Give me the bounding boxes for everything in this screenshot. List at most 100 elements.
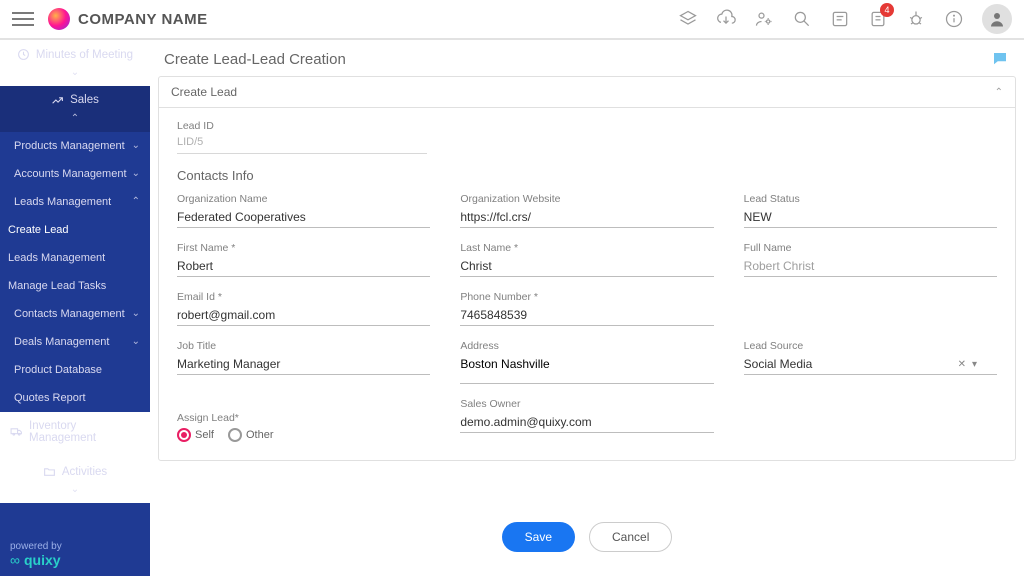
- chevron-down-icon[interactable]: ▾: [972, 359, 977, 370]
- address-input[interactable]: [460, 354, 713, 384]
- sidebar-item-label: Create Lead: [8, 224, 69, 236]
- sidebar-item-label: Minutes of Meeting: [36, 49, 133, 61]
- note-icon[interactable]: [830, 9, 850, 29]
- assign-other-label: Other: [246, 429, 274, 441]
- chevron-down-icon: ⌄: [132, 308, 140, 319]
- phone-input[interactable]: [460, 305, 713, 326]
- sidebar-item-quotes-report[interactable]: Quotes Report: [0, 384, 150, 412]
- chevron-down-icon: ⌄: [71, 484, 79, 495]
- chevron-down-icon: ⌄: [132, 336, 140, 347]
- sales-owner-input[interactable]: [460, 412, 713, 433]
- assign-other-radio[interactable]: Other: [228, 428, 274, 442]
- sidebar-item-label: Manage Lead Tasks: [8, 280, 106, 292]
- chevron-up-icon: ⌃: [995, 87, 1003, 98]
- org-site-input[interactable]: [460, 207, 713, 228]
- sidebar-item-manage-lead-tasks[interactable]: Manage Lead Tasks: [0, 272, 150, 300]
- powered-by: powered by ∞ quixy: [0, 533, 150, 576]
- org-site-label: Organization Website: [460, 193, 713, 205]
- sidebar-item-accounts-mgmt[interactable]: Accounts Management ⌄: [0, 160, 150, 188]
- app-logo: [48, 8, 70, 30]
- bug-icon[interactable]: [906, 9, 926, 29]
- lead-source-value: Social Media: [744, 357, 813, 371]
- comment-icon[interactable]: [990, 50, 1010, 68]
- assign-self-label: Self: [195, 429, 214, 441]
- menu-toggle[interactable]: [12, 8, 34, 30]
- sidebar-item-label: Leads Management: [8, 252, 105, 264]
- notification-badge: 4: [880, 3, 894, 17]
- cancel-button[interactable]: Cancel: [589, 522, 672, 552]
- panel-title-text: Create Lead: [171, 85, 237, 99]
- sidebar-item-label: Inventory Management: [29, 420, 140, 444]
- org-name-label: Organization Name: [177, 193, 430, 205]
- assign-self-radio[interactable]: Self: [177, 428, 214, 442]
- sidebar: Minutes of Meeting ⌄ Sales ⌃ Products Ma…: [0, 40, 150, 576]
- sidebar-item-inventory[interactable]: Inventory Management: [0, 412, 150, 458]
- clear-icon[interactable]: ✕: [958, 359, 966, 370]
- action-bar: Save Cancel: [150, 498, 1024, 576]
- powered-brand: quixy: [24, 552, 61, 568]
- chevron-down-icon: ⌄: [132, 140, 140, 151]
- sidebar-item-create-lead[interactable]: Create Lead: [0, 216, 150, 244]
- first-name-input[interactable]: [177, 256, 430, 277]
- sidebar-item-activities[interactable]: Activities ⌄: [0, 457, 150, 503]
- sidebar-item-label: Accounts Management: [14, 168, 127, 180]
- infinity-icon: ∞: [10, 552, 20, 568]
- user-avatar[interactable]: [982, 4, 1012, 34]
- create-lead-panel: Create Lead ⌃ Lead ID LID/5 Contacts Inf…: [158, 76, 1016, 461]
- chevron-up-icon: ⌃: [132, 196, 140, 207]
- sidebar-item-label: Activities: [62, 466, 107, 478]
- info-icon[interactable]: [944, 9, 964, 29]
- job-title-input[interactable]: [177, 354, 430, 375]
- sidebar-item-label: Contacts Management: [14, 308, 125, 320]
- sidebar-item-sales[interactable]: Sales ⌃: [0, 86, 150, 132]
- chevron-down-icon: ⌄: [71, 67, 79, 78]
- assign-lead-label: Assign Lead*: [177, 412, 430, 424]
- page-header: Create Lead-Lead Creation: [150, 40, 1024, 76]
- last-name-label: Last Name *: [460, 242, 713, 254]
- sidebar-item-label: Sales: [70, 94, 99, 106]
- clock-icon: [17, 48, 30, 61]
- truck-icon: [10, 425, 23, 438]
- chevron-up-icon: ⌃: [71, 113, 79, 124]
- sidebar-item-label: Quotes Report: [14, 392, 86, 404]
- download-cloud-icon[interactable]: [716, 9, 736, 29]
- full-name-value: Robert Christ: [744, 256, 997, 277]
- folder-icon: [43, 465, 56, 478]
- section-contacts-heading: Contacts Info: [177, 168, 997, 183]
- sidebar-item-products-mgmt[interactable]: Products Management ⌄: [0, 132, 150, 160]
- chevron-down-icon: ⌄: [132, 168, 140, 179]
- main-content: Create Lead-Lead Creation Create Lead ⌃ …: [150, 40, 1024, 576]
- lead-source-label: Lead Source: [744, 340, 997, 352]
- last-name-input[interactable]: [460, 256, 713, 277]
- notifications-icon[interactable]: 4: [868, 9, 888, 29]
- topbar: COMPANY NAME 4: [0, 0, 1024, 40]
- lead-status-label: Lead Status: [744, 193, 997, 205]
- lead-id-label: Lead ID: [177, 120, 997, 132]
- users-settings-icon[interactable]: [754, 9, 774, 29]
- full-name-label: Full Name: [744, 242, 997, 254]
- lead-source-select[interactable]: Social Media ✕ ▾: [744, 354, 997, 375]
- save-button[interactable]: Save: [502, 522, 575, 552]
- sidebar-item-minutes[interactable]: Minutes of Meeting ⌄: [0, 40, 150, 86]
- lead-status-input[interactable]: [744, 207, 997, 228]
- sidebar-item-deals-mgmt[interactable]: Deals Management ⌄: [0, 328, 150, 356]
- email-input[interactable]: [177, 305, 430, 326]
- search-icon[interactable]: [792, 9, 812, 29]
- sidebar-item-leads-mgmt[interactable]: Leads Management ⌃: [0, 188, 150, 216]
- lead-id-value: LID/5: [177, 134, 427, 154]
- org-name-input[interactable]: [177, 207, 430, 228]
- sidebar-item-product-db[interactable]: Product Database: [0, 356, 150, 384]
- sidebar-item-label: Products Management: [14, 140, 125, 152]
- page-title: Create Lead-Lead Creation: [164, 51, 346, 68]
- address-label: Address: [460, 340, 713, 352]
- sidebar-item-label: Deals Management: [14, 336, 109, 348]
- job-title-label: Job Title: [177, 340, 430, 352]
- sidebar-item-contacts-mgmt[interactable]: Contacts Management ⌄: [0, 300, 150, 328]
- sidebar-item-leads-mgmt-2[interactable]: Leads Management: [0, 244, 150, 272]
- phone-label: Phone Number *: [460, 291, 713, 303]
- layers-icon[interactable]: [678, 9, 698, 29]
- email-label: Email Id *: [177, 291, 430, 303]
- panel-title-bar[interactable]: Create Lead ⌃: [159, 77, 1015, 108]
- topbar-actions: 4: [678, 4, 1012, 34]
- sales-owner-label: Sales Owner: [460, 398, 713, 410]
